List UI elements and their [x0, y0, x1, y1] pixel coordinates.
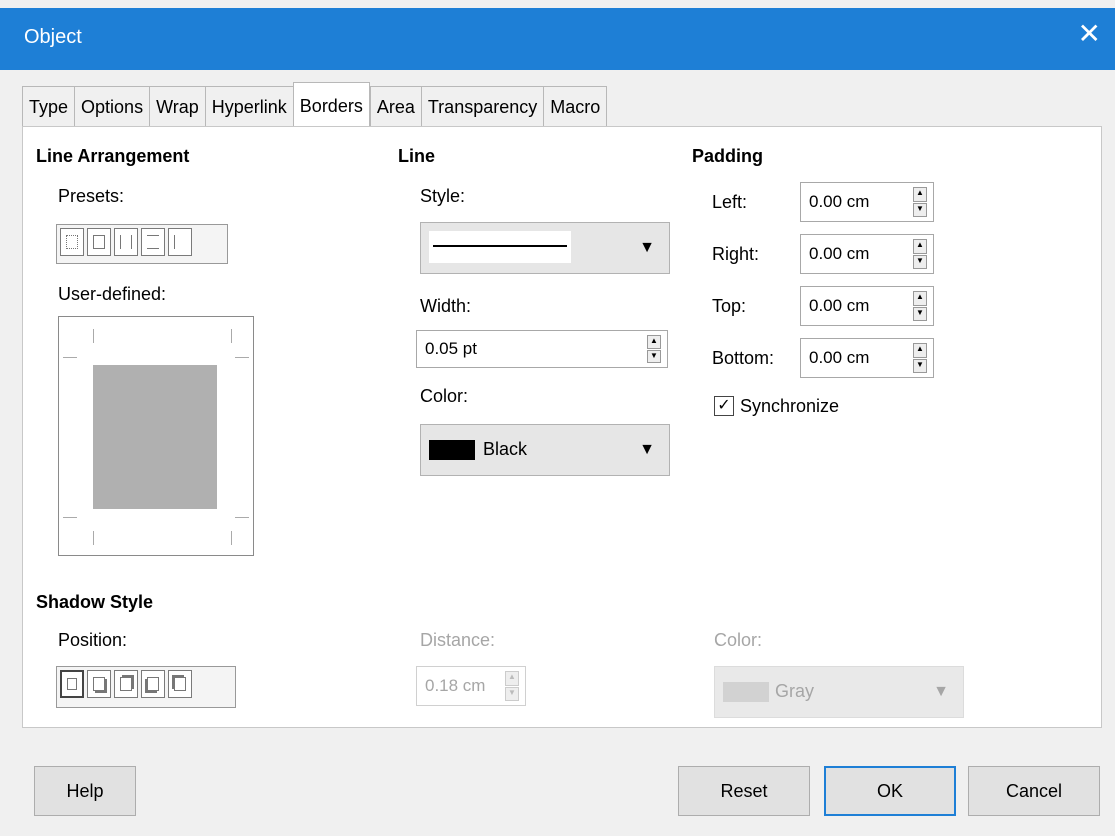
- corner-tick: [63, 357, 77, 358]
- tab-wrap[interactable]: Wrap: [149, 86, 205, 126]
- shadow-position-selector: [56, 666, 236, 708]
- chevron-down-icon: ▼: [639, 441, 655, 458]
- reset-button[interactable]: Reset: [678, 766, 810, 816]
- line-style-preview: [429, 231, 571, 263]
- padding-top-label: Top:: [712, 296, 747, 316]
- corner-tick: [235, 517, 249, 518]
- preset-box-button[interactable]: [87, 228, 111, 256]
- ok-button[interactable]: OK: [824, 766, 956, 816]
- padding-left-stepper[interactable]: 0.00 cm ▲ ▼: [800, 182, 934, 222]
- line-arrangement-heading: Line Arrangement: [36, 146, 190, 166]
- shadow-top-right-button[interactable]: [114, 670, 138, 698]
- presets-selector: [56, 224, 228, 264]
- spin-down-icon[interactable]: ▼: [913, 358, 927, 373]
- synchronize-checkbox[interactable]: ✓: [714, 396, 734, 416]
- spin-up-icon[interactable]: ▲: [913, 239, 927, 254]
- line-width-value: 0.05 pt: [425, 339, 477, 358]
- cancel-button[interactable]: Cancel: [968, 766, 1100, 816]
- spin-up-icon[interactable]: ▲: [647, 335, 661, 349]
- padding-right-stepper[interactable]: 0.00 cm ▲ ▼: [800, 234, 934, 274]
- presets-label: Presets:: [58, 186, 125, 206]
- tab-hyperlink[interactable]: Hyperlink: [204, 86, 293, 126]
- padding-right-value: 0.00 cm: [809, 244, 870, 263]
- tab-macro[interactable]: Macro: [543, 86, 608, 126]
- spin-up-icon[interactable]: ▲: [913, 187, 927, 202]
- line-heading: Line: [398, 146, 436, 166]
- padding-top-value: 0.00 cm: [809, 296, 870, 315]
- user-defined-border-preview[interactable]: [58, 316, 254, 556]
- line-sample: [433, 245, 567, 247]
- padding-bottom-label: Bottom:: [712, 348, 775, 368]
- user-defined-label: User-defined:: [58, 284, 167, 304]
- corner-tick: [231, 329, 232, 343]
- color-label: Color:: [420, 386, 469, 406]
- spin-down-icon[interactable]: ▼: [913, 306, 927, 321]
- tab-options[interactable]: Options: [74, 86, 150, 126]
- tab-bar: Type Options Wrap Hyperlink Borders Area…: [22, 82, 608, 126]
- preset-left-right-button[interactable]: [114, 228, 138, 256]
- line-style-dropdown[interactable]: ▼: [420, 222, 670, 274]
- close-icon[interactable]: ✕: [1078, 20, 1101, 48]
- spin-down-icon[interactable]: ▼: [913, 254, 927, 269]
- preset-left-button[interactable]: [168, 228, 192, 256]
- shadow-bottom-left-button[interactable]: [141, 670, 165, 698]
- title-bar: Object ✕: [0, 8, 1115, 70]
- width-label: Width:: [420, 296, 472, 316]
- shadow-none-button[interactable]: [60, 670, 84, 698]
- corner-tick: [63, 517, 77, 518]
- spin-down-icon[interactable]: ▼: [647, 349, 661, 363]
- help-button[interactable]: Help: [34, 766, 136, 816]
- padding-bottom-stepper[interactable]: 0.00 cm ▲ ▼: [800, 338, 934, 378]
- corner-tick: [235, 357, 249, 358]
- shadow-color-label: Color:: [714, 630, 763, 650]
- preset-top-bottom-button[interactable]: [141, 228, 165, 256]
- chevron-down-icon: ▼: [933, 683, 949, 700]
- spin-up-icon[interactable]: ▲: [505, 671, 519, 686]
- color-swatch: [723, 682, 769, 702]
- shadow-distance-stepper[interactable]: 0.18 cm ▲ ▼: [416, 666, 526, 706]
- spin-up-icon[interactable]: ▲: [913, 291, 927, 306]
- shadow-top-left-button[interactable]: [168, 670, 192, 698]
- line-color-value: Black: [483, 439, 528, 459]
- shadow-bottom-right-button[interactable]: [87, 670, 111, 698]
- shadow-position-label: Position:: [58, 630, 128, 650]
- tab-transparency[interactable]: Transparency: [420, 86, 544, 126]
- shadow-style-heading: Shadow Style: [36, 592, 154, 612]
- object-dialog: Object ✕ Type Options Wrap Hyperlink Bor…: [0, 0, 1115, 836]
- spin-down-icon[interactable]: ▼: [913, 202, 927, 217]
- preset-none-button[interactable]: [60, 228, 84, 256]
- shadow-distance-label: Distance:: [420, 630, 496, 650]
- synchronize-label: Synchronize: [740, 396, 840, 416]
- tab-area[interactable]: Area: [369, 86, 421, 126]
- preview-content-area: [93, 365, 217, 509]
- padding-right-label: Right:: [712, 244, 760, 264]
- padding-bottom-value: 0.00 cm: [809, 348, 870, 367]
- chevron-down-icon: ▼: [639, 239, 655, 256]
- color-swatch: [429, 440, 475, 460]
- shadow-color-value: Gray: [775, 681, 815, 701]
- padding-top-stepper[interactable]: 0.00 cm ▲ ▼: [800, 286, 934, 326]
- corner-tick: [231, 531, 232, 545]
- shadow-distance-value: 0.18 cm: [425, 676, 486, 695]
- spin-down-icon[interactable]: ▼: [505, 686, 519, 701]
- tab-borders[interactable]: Borders: [292, 82, 370, 126]
- padding-left-label: Left:: [712, 192, 748, 212]
- style-label: Style:: [420, 186, 466, 206]
- corner-tick: [93, 329, 94, 343]
- tab-type[interactable]: Type: [22, 86, 75, 126]
- spin-up-icon[interactable]: ▲: [913, 343, 927, 358]
- corner-tick: [93, 531, 94, 545]
- padding-heading: Padding: [692, 146, 763, 166]
- shadow-color-dropdown[interactable]: Gray ▼: [714, 666, 964, 718]
- padding-left-value: 0.00 cm: [809, 192, 870, 211]
- line-color-dropdown[interactable]: Black ▼: [420, 424, 670, 476]
- dialog-title: Object: [24, 26, 82, 48]
- line-width-stepper[interactable]: 0.05 pt ▲ ▼: [416, 330, 668, 368]
